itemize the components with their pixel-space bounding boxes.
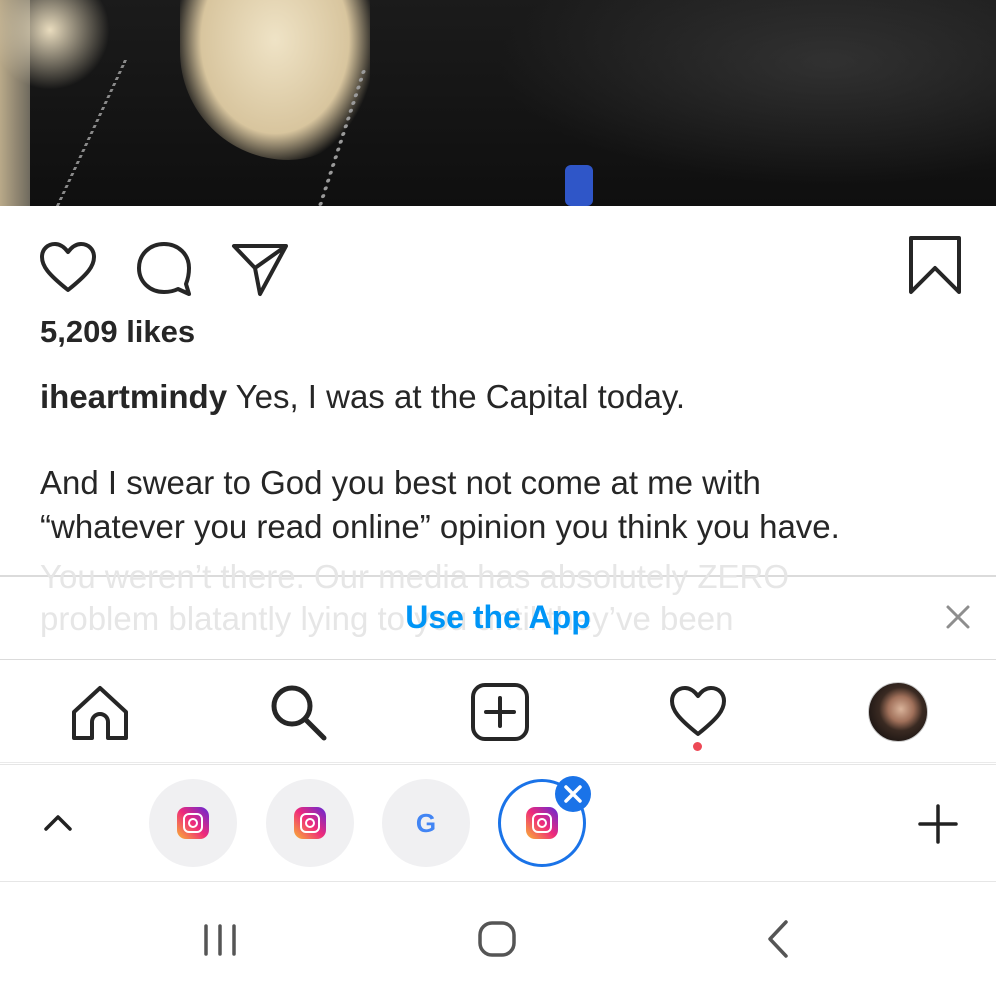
back-icon[interactable] bbox=[762, 918, 792, 960]
recents-icon[interactable] bbox=[200, 920, 240, 960]
share-icon[interactable] bbox=[230, 238, 290, 298]
new-tab-icon[interactable] bbox=[916, 802, 960, 846]
browser-tab[interactable] bbox=[266, 779, 354, 867]
close-icon[interactable] bbox=[940, 599, 976, 635]
instagram-bottom-nav bbox=[0, 660, 996, 763]
search-icon[interactable] bbox=[268, 682, 328, 742]
browser-tab[interactable]: G bbox=[382, 779, 470, 867]
photo-detail bbox=[440, 0, 996, 206]
activity-heart-icon[interactable] bbox=[668, 682, 728, 742]
photo-detail bbox=[565, 165, 593, 206]
instagram-icon bbox=[526, 807, 558, 839]
home-button-icon[interactable] bbox=[477, 920, 517, 958]
notification-dot bbox=[693, 742, 702, 751]
home-icon[interactable] bbox=[70, 682, 130, 742]
caption-text: “whatever you read online” opinion you t… bbox=[40, 508, 840, 545]
post-photo[interactable] bbox=[0, 0, 996, 206]
instagram-icon bbox=[294, 807, 326, 839]
browser-tab-bar: G bbox=[0, 764, 996, 883]
bookmark-icon[interactable] bbox=[906, 234, 964, 296]
post-caption: iheartmindy Yes, I was at the Capital to… bbox=[40, 375, 970, 549]
caption-text: And I swear to God you best not come at … bbox=[40, 464, 761, 501]
google-icon: G bbox=[415, 808, 437, 838]
profile-avatar[interactable] bbox=[868, 682, 928, 742]
comment-icon[interactable] bbox=[134, 238, 194, 298]
caption-text-faded: You weren’t there. Our media has absolut… bbox=[40, 558, 789, 595]
close-tab-icon[interactable] bbox=[555, 776, 591, 812]
use-app-banner: You weren’t there. Our media has absolut… bbox=[0, 558, 996, 661]
chevron-up-icon[interactable] bbox=[38, 803, 78, 843]
post-actions bbox=[0, 230, 996, 300]
caption-username[interactable]: iheartmindy bbox=[40, 378, 227, 415]
caption-text: Yes, I was at the Capital today. bbox=[227, 378, 686, 415]
instagram-icon bbox=[177, 807, 209, 839]
heart-icon[interactable] bbox=[38, 238, 98, 298]
system-nav-bar bbox=[0, 882, 996, 996]
photo-detail bbox=[0, 0, 110, 90]
new-post-icon[interactable] bbox=[470, 682, 530, 742]
use-app-button[interactable]: Use the App bbox=[0, 599, 996, 636]
browser-tab[interactable] bbox=[149, 779, 237, 867]
likes-count[interactable]: 5,209 likes bbox=[40, 314, 195, 350]
